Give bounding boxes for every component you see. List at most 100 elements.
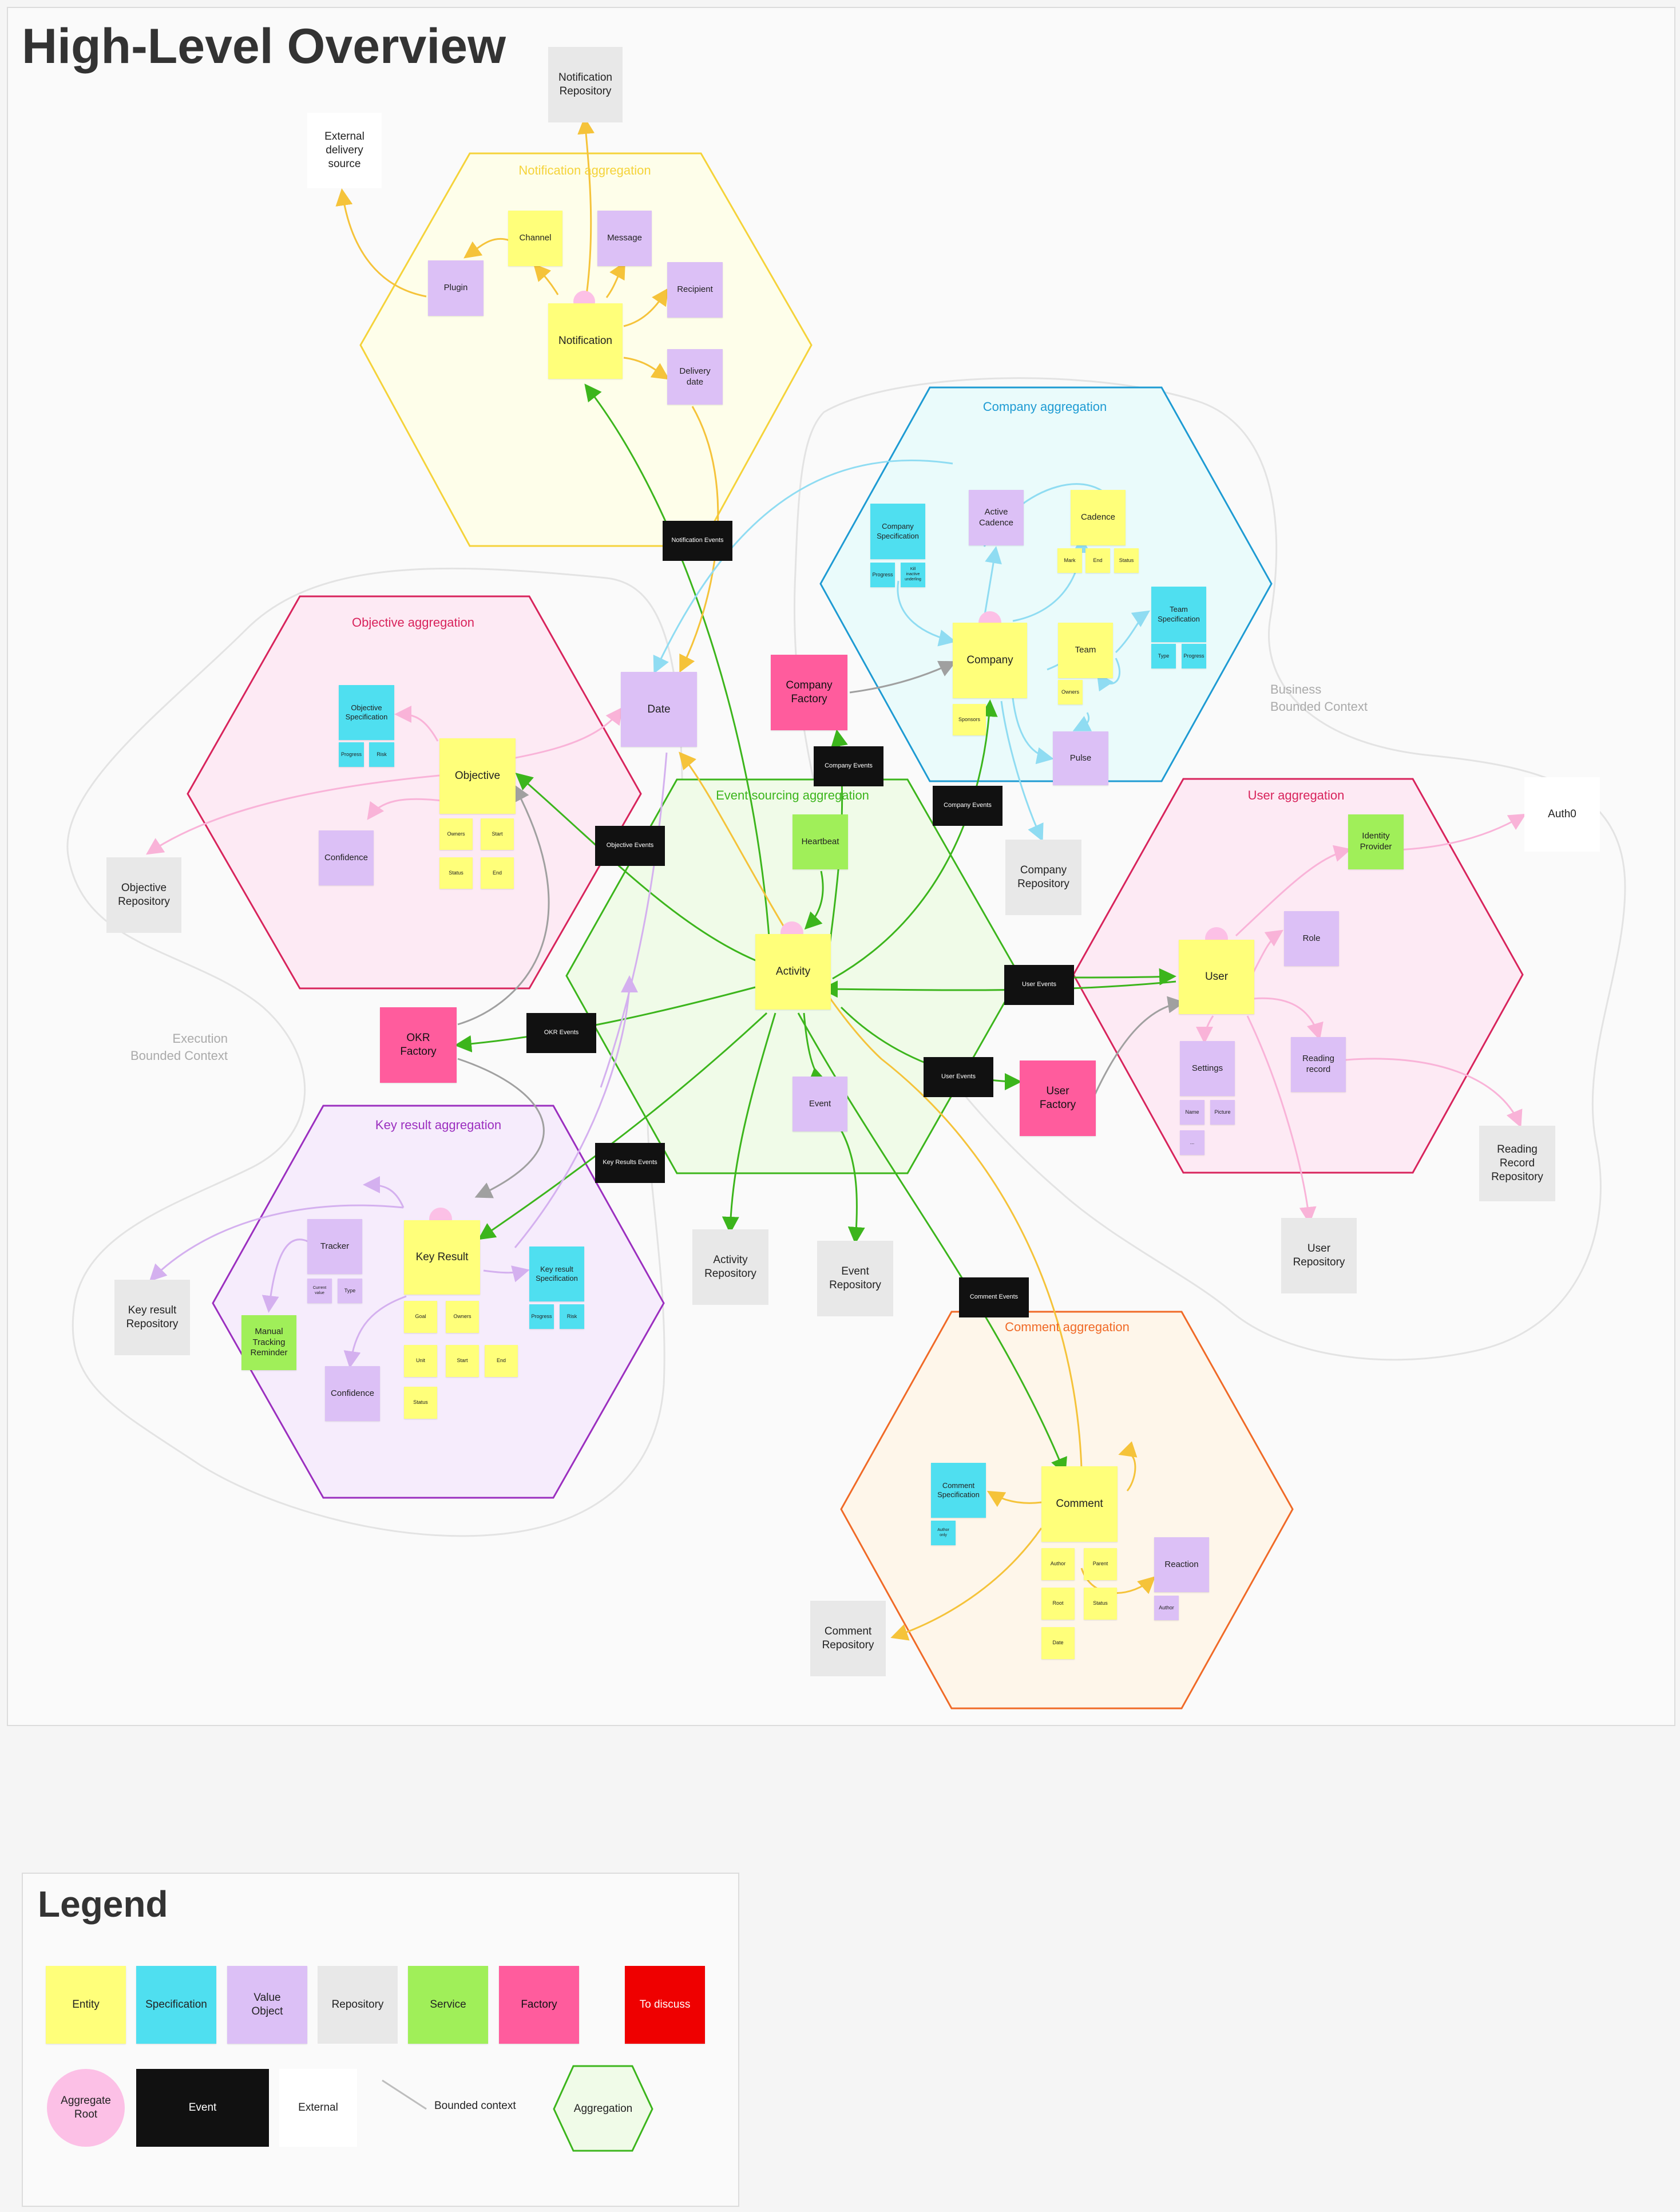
settings-name: Name <box>1180 1100 1204 1125</box>
settings-more: ... <box>1180 1130 1204 1155</box>
role-value-object: Role <box>1284 911 1339 966</box>
legend-value-object: Value Object <box>227 1966 307 2044</box>
message-value-object: Message <box>597 211 652 266</box>
pulse-value-object: Pulse <box>1053 731 1108 785</box>
team-spec-type: Type <box>1151 644 1176 668</box>
key-result-owners: Owners <box>446 1301 479 1333</box>
page-title: High-Level Overview <box>22 19 506 74</box>
tracker-type: Type <box>338 1279 362 1303</box>
company-entity: Company <box>953 623 1027 698</box>
comment-entity: Comment <box>1041 1466 1118 1542</box>
company-repository: Company Repository <box>1005 840 1081 915</box>
legend-specification: Specification <box>136 1966 216 2044</box>
objective-spec-progress: Progress <box>339 742 364 767</box>
plugin-value-object: Plugin <box>428 260 484 316</box>
comment-parent: Parent <box>1084 1548 1117 1580</box>
reaction-author: Author <box>1154 1596 1179 1620</box>
company-sponsors: Sponsors <box>953 704 986 735</box>
comment-spec-author-only: Author only <box>931 1521 956 1545</box>
user-events-2: User Events <box>924 1057 993 1097</box>
key-result-repository: Key result Repository <box>114 1280 190 1355</box>
company-events-2: Company Events <box>933 786 1003 826</box>
legend-aggregation-label: Aggregation <box>573 2103 633 2115</box>
legend-service: Service <box>408 1966 488 2044</box>
okr-events: OKR Events <box>526 1013 596 1053</box>
event-value-object: Event <box>793 1077 847 1131</box>
objective-repository: Objective Repository <box>106 857 181 933</box>
comment-specification: Comment Specification <box>931 1463 986 1518</box>
legend-title: Legend <box>38 1883 168 1925</box>
auth0-external: Auth0 <box>1524 777 1600 852</box>
reaction-value-object: Reaction <box>1154 1537 1209 1592</box>
okr-factory: OKR Factory <box>380 1007 457 1083</box>
key-result-goal: Goal <box>404 1301 437 1333</box>
objective-end: End <box>481 857 514 889</box>
user-factory: User Factory <box>1020 1061 1096 1136</box>
notification-aggregation-title: Notification aggregation <box>518 163 651 177</box>
objective-owners: Owners <box>439 818 473 850</box>
reading-record-repository: Reading Record Repository <box>1479 1126 1555 1201</box>
key-result-unit: Unit <box>404 1345 437 1377</box>
tracker-value-object: Tracker <box>307 1219 362 1274</box>
legend-to-discuss: To discuss <box>625 1966 705 2044</box>
comment-aggregation-title: Comment aggregation <box>1005 1320 1130 1334</box>
user-events-1: User Events <box>1004 965 1074 1005</box>
key-result-end: End <box>485 1345 518 1377</box>
key-result-confidence: Confidence <box>325 1366 380 1421</box>
objective-entity: Objective <box>439 738 516 814</box>
date-value-object: Date <box>621 672 697 747</box>
key-result-aggregation-title: Key result aggregation <box>375 1118 502 1132</box>
legend-entity: Entity <box>46 1966 126 2044</box>
execution-bounded-context-label: Execution Bounded Context <box>130 1031 228 1063</box>
legend-external: External <box>279 2069 357 2147</box>
notification-entity: Notification <box>548 303 623 379</box>
active-cadence-value-object: Active Cadence <box>969 490 1024 545</box>
key-result-spec-progress: Progress <box>529 1304 554 1329</box>
key-result-spec-risk: Risk <box>560 1304 584 1329</box>
company-spec-kill: Kill inactive underling <box>901 563 925 587</box>
activity-entity: Activity <box>755 934 831 1010</box>
legend-aggregate-root: Aggregate Root <box>47 2069 125 2147</box>
legend-event: Event <box>136 2069 269 2147</box>
tracker-current-value: Current value <box>307 1279 332 1303</box>
key-result-start: Start <box>446 1345 479 1377</box>
objective-specification: Objective Specification <box>339 685 394 740</box>
company-events-1: Company Events <box>814 746 883 786</box>
manual-tracking-reminder-service: Manual Tracking Reminder <box>241 1315 296 1370</box>
business-bounded-context-label: Business Bounded Context <box>1270 682 1368 714</box>
objective-start: Start <box>481 818 514 850</box>
team-entity: Team <box>1058 623 1113 678</box>
team-specification: Team Specification <box>1151 587 1206 642</box>
cadence-entity: Cadence <box>1071 490 1126 545</box>
team-owners: Owners <box>1058 680 1083 705</box>
heartbeat-service: Heartbeat <box>793 814 848 869</box>
objective-status: Status <box>439 857 473 889</box>
key-result-status: Status <box>404 1387 437 1419</box>
company-spec-progress: Progress <box>870 563 895 587</box>
comment-author: Author <box>1041 1548 1075 1580</box>
recipient-value-object: Recipient <box>667 262 723 318</box>
cadence-end: End <box>1085 548 1110 573</box>
objective-aggregation-title: Objective aggregation <box>351 615 475 630</box>
company-specification: Company Specification <box>870 504 925 559</box>
key-result-specification: Key result Specification <box>529 1247 584 1301</box>
comment-repository: Comment Repository <box>810 1601 886 1676</box>
diagram-overlay: High-Level Overview Business Bounded Con… <box>0 0 1680 2212</box>
event-sourcing-aggregation-title: Event sourcing aggregation <box>716 788 869 802</box>
activity-repository: Activity Repository <box>692 1229 768 1305</box>
settings-value-object: Settings <box>1180 1041 1235 1096</box>
channel-entity: Channel <box>508 211 562 266</box>
user-entity: User <box>1179 940 1254 1014</box>
objective-spec-risk: Risk <box>369 742 394 767</box>
comment-events: Comment Events <box>959 1277 1029 1317</box>
cadence-status: Status <box>1114 548 1139 573</box>
user-repository: User Repository <box>1281 1218 1357 1293</box>
legend-bounded-context-label: Bounded context <box>434 2100 516 2112</box>
comment-date: Date <box>1041 1627 1075 1659</box>
comment-status: Status <box>1084 1588 1117 1620</box>
notification-repository: Notification Repository <box>548 47 623 122</box>
company-aggregation-title: Company aggregation <box>982 399 1107 414</box>
objective-confidence: Confidence <box>319 830 374 885</box>
settings-picture: Picture <box>1210 1100 1235 1125</box>
notification-events: Notification Events <box>663 521 732 561</box>
